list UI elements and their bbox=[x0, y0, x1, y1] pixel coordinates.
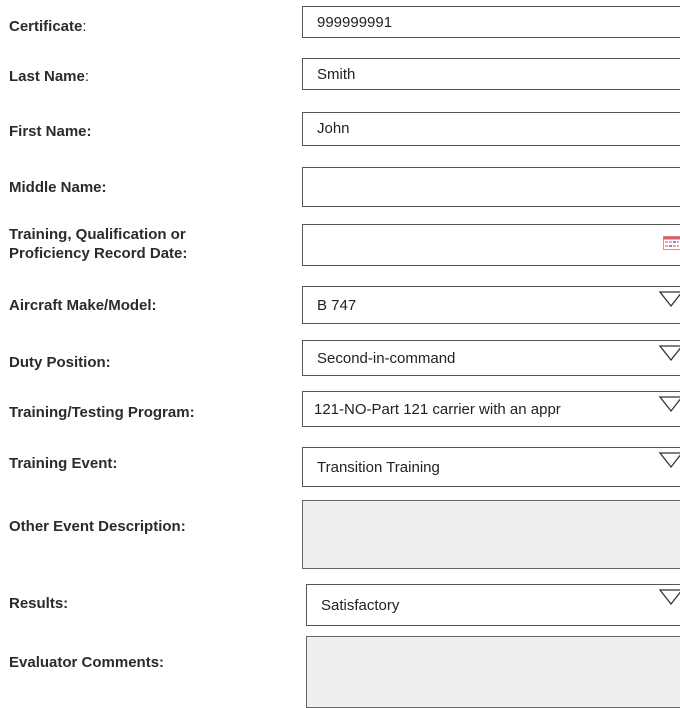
last-name-label: Last Name: bbox=[9, 67, 89, 86]
duty-position-value: Second-in-command bbox=[317, 341, 455, 376]
dropdown-arrow-icon[interactable] bbox=[657, 344, 680, 362]
middle-name-field[interactable] bbox=[302, 167, 680, 207]
aircraft-select[interactable]: B 747 bbox=[302, 286, 680, 324]
record-date-label: Training, Qualification or Proficiency R… bbox=[9, 225, 187, 263]
aircraft-value: B 747 bbox=[317, 287, 356, 324]
results-value: Satisfactory bbox=[321, 585, 399, 626]
dropdown-arrow-icon[interactable] bbox=[657, 290, 680, 308]
certificate-label: Certificate: bbox=[9, 17, 87, 36]
last-name-value: Smith bbox=[317, 59, 355, 90]
middle-name-label: Middle Name: bbox=[9, 178, 107, 197]
event-select[interactable]: Transition Training bbox=[302, 447, 680, 487]
last-name-field[interactable]: Smith bbox=[302, 58, 680, 90]
dropdown-arrow-icon[interactable] bbox=[657, 451, 680, 469]
other-event-field[interactable] bbox=[302, 500, 680, 569]
first-name-value: John bbox=[317, 113, 350, 145]
first-name-field[interactable]: John bbox=[302, 112, 680, 146]
duty-position-select[interactable]: Second-in-command bbox=[302, 340, 680, 376]
results-select[interactable]: Satisfactory bbox=[306, 584, 680, 626]
certificate-field[interactable]: 999999991 bbox=[302, 6, 680, 38]
comments-field[interactable] bbox=[306, 636, 680, 708]
calendar-icon[interactable] bbox=[663, 236, 680, 250]
program-select[interactable]: 121-NO-Part 121 carrier with an appr bbox=[302, 391, 680, 427]
certificate-value: 999999991 bbox=[317, 7, 392, 38]
duty-position-label: Duty Position: bbox=[9, 353, 111, 372]
program-label: Training/Testing Program: bbox=[9, 403, 195, 422]
results-label: Results: bbox=[9, 594, 68, 613]
dropdown-arrow-icon[interactable] bbox=[657, 588, 680, 606]
dropdown-arrow-icon[interactable] bbox=[657, 395, 680, 413]
record-date-field[interactable] bbox=[302, 224, 680, 266]
comments-label: Evaluator Comments: bbox=[9, 653, 164, 672]
first-name-label: First Name: bbox=[9, 122, 92, 141]
program-value: 121-NO-Part 121 carrier with an appr bbox=[314, 392, 561, 427]
event-label: Training Event: bbox=[9, 454, 117, 473]
aircraft-label: Aircraft Make/Model: bbox=[9, 296, 157, 315]
event-value: Transition Training bbox=[317, 448, 440, 487]
other-event-label: Other Event Description: bbox=[9, 517, 186, 536]
